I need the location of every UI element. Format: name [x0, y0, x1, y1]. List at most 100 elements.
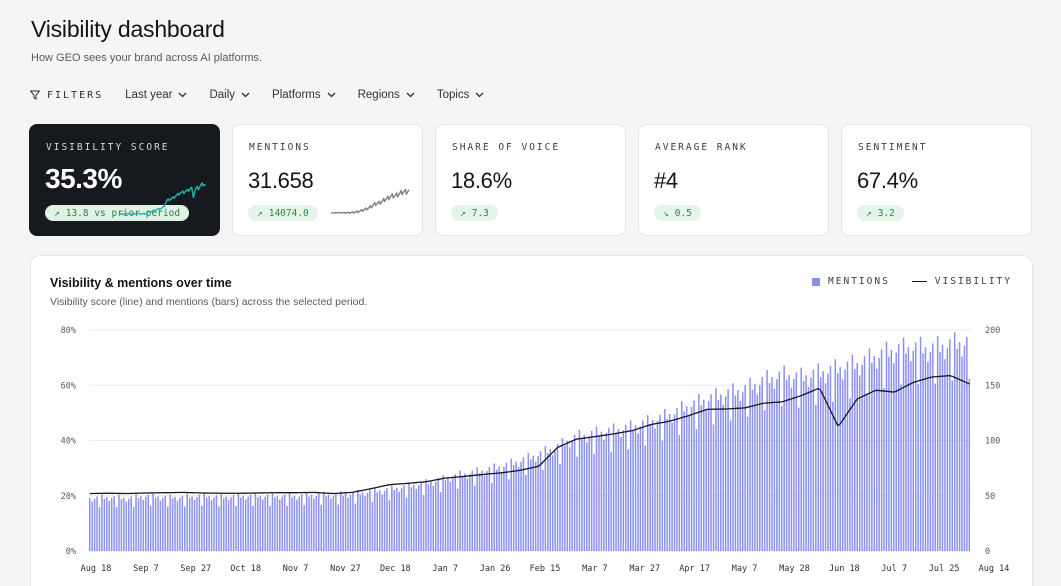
mentions-bar [335, 493, 337, 551]
mentions-bar [512, 464, 515, 551]
mentions-bar [676, 407, 678, 551]
mentions-bar [685, 406, 688, 551]
mentions-bar [166, 506, 169, 551]
mentions-bar [476, 467, 478, 551]
mentions-bar [666, 419, 668, 551]
mentions-bar [727, 389, 729, 551]
mentions-bar [232, 495, 235, 551]
mentions-bar [549, 449, 551, 551]
mentions-bar [539, 451, 542, 551]
mentions-bar [466, 478, 469, 551]
mentions-bar [473, 486, 476, 551]
mentions-bar [313, 498, 315, 551]
mentions-bar [547, 453, 549, 551]
mentions-bar [900, 384, 902, 551]
mentions-bar [722, 404, 724, 551]
mentions-bar [922, 353, 924, 551]
mentions-bar [939, 351, 941, 551]
mentions-bar [413, 484, 415, 551]
mentions-bar [854, 369, 856, 551]
mentions-bar [542, 469, 544, 551]
mentions-bar [503, 466, 505, 551]
mentions-bar [308, 496, 310, 551]
mentions-bar [210, 500, 213, 551]
x-tick-label: May 28 [779, 564, 810, 574]
mentions-bar [936, 336, 939, 551]
mentions-bar [510, 458, 513, 551]
mentions-bar [269, 505, 271, 551]
mentions-bar [130, 496, 132, 551]
mentions-bar [320, 504, 322, 551]
mentions-bar [478, 473, 481, 551]
mentions-bar [266, 494, 269, 551]
mentions-bar [444, 480, 447, 551]
mentions-bar [498, 466, 500, 551]
mentions-bar [744, 385, 746, 551]
mentions-bar [393, 490, 396, 551]
mentions-bar [400, 488, 403, 551]
mentions-bar [607, 427, 610, 551]
mentions-bar [215, 495, 218, 551]
mentions-bar [279, 499, 281, 551]
mentions-bar [844, 369, 846, 551]
mentions-bar [361, 492, 364, 551]
mentions-bar [427, 484, 430, 551]
mentions-bar [235, 505, 237, 551]
mentions-bar [573, 434, 576, 551]
y-left-tick-label: 60% [61, 381, 76, 391]
x-tick-label: May 7 [732, 564, 758, 574]
mentions-bar [237, 493, 240, 551]
mentions-bar [819, 377, 822, 551]
mentions-bar [483, 475, 486, 551]
mentions-bar [110, 498, 113, 551]
mentions-bar [286, 505, 288, 551]
mentions-bar [174, 496, 176, 551]
mentions-bar [668, 414, 671, 551]
mentions-bar [771, 377, 773, 551]
mentions-bar [534, 461, 537, 551]
mentions-bar [620, 436, 622, 551]
mentions-bar [176, 500, 179, 551]
mentions-bar [559, 463, 561, 551]
mentions-bar [815, 404, 817, 551]
mentions-bar [208, 496, 210, 551]
mentions-bar [481, 470, 483, 551]
mentions-bar [461, 476, 464, 551]
mentions-bar [849, 398, 851, 551]
mentions-bar [449, 482, 452, 551]
mentions-bar [276, 495, 279, 551]
mentions-bar [785, 380, 788, 551]
mentions-bar [410, 487, 413, 551]
mentions-bar [425, 479, 427, 551]
mentions-bar [371, 501, 374, 551]
mentions-bar [332, 495, 335, 551]
mentions-bar [196, 497, 198, 551]
mentions-bar [291, 497, 293, 551]
mentions-bar [593, 454, 595, 551]
mentions-bar [437, 478, 439, 551]
mentions-bar [756, 394, 759, 551]
mentions-bar [890, 349, 893, 551]
mentions-bar [127, 498, 130, 551]
mentions-bar [700, 405, 703, 551]
mentions-bar [671, 422, 673, 551]
mentions-bar [629, 420, 632, 551]
x-tick-label: Mar 7 [582, 564, 608, 574]
mentions-bar [118, 494, 120, 551]
mentions-bar [724, 396, 727, 551]
mentions-bar [768, 383, 771, 551]
mentions-bar [225, 496, 227, 551]
mentions-bar [417, 485, 420, 551]
x-tick-label: Jun 18 [829, 564, 860, 574]
mentions-bar [568, 447, 571, 551]
mentions-bar [919, 336, 922, 551]
mentions-bar [961, 356, 963, 551]
mentions-bar [615, 432, 617, 551]
mentions-bar [123, 497, 125, 551]
mentions-bar [717, 399, 720, 551]
mentions-bar [93, 498, 96, 551]
mentions-bar [673, 414, 676, 551]
mentions-bar [883, 388, 885, 551]
mentions-bar [576, 456, 578, 551]
mentions-bar [583, 434, 586, 551]
